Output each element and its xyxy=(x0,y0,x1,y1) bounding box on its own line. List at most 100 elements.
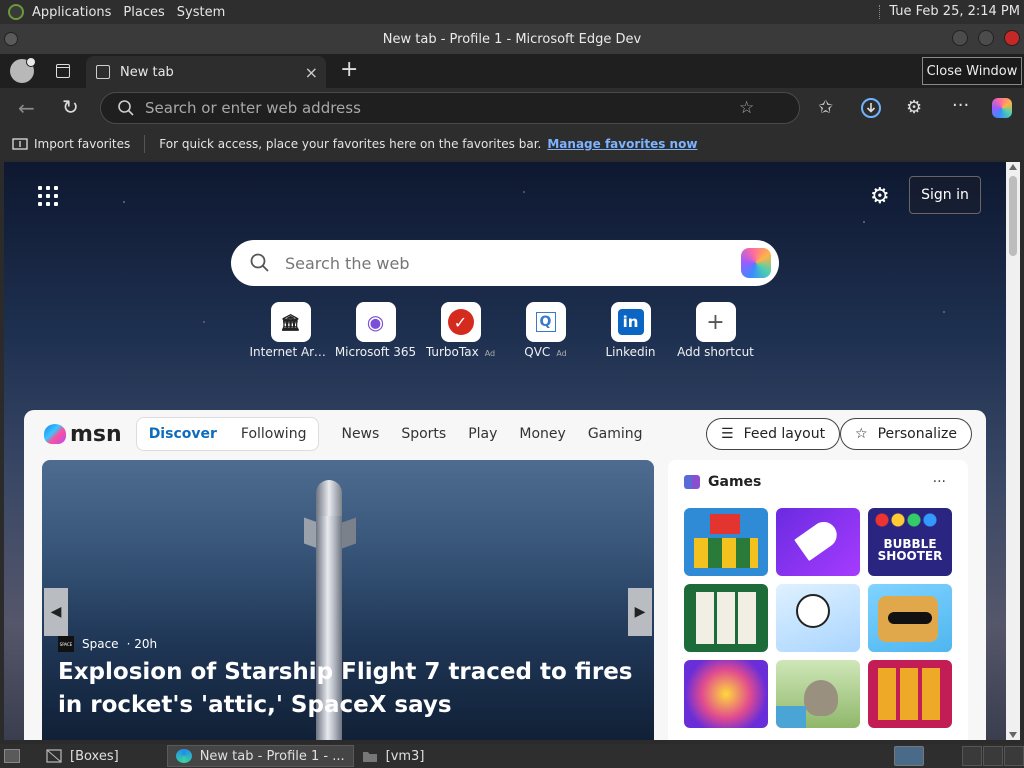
add-shortcut-button[interactable]: + Add shortcut xyxy=(673,302,758,359)
show-desktop-icon[interactable] xyxy=(4,749,20,763)
window-titlebar[interactable]: New tab - Profile 1 - Microsoft Edge Dev xyxy=(0,24,1024,54)
applications-menu[interactable]: Applications xyxy=(26,5,117,20)
feed-link-gaming[interactable]: Gaming xyxy=(588,426,643,442)
scroll-up-arrow-icon[interactable] xyxy=(1009,164,1017,170)
workspace-pager xyxy=(962,746,1024,766)
shortcut-qvc[interactable]: Q QVC Ad xyxy=(503,302,588,359)
games-more-icon[interactable]: ··· xyxy=(933,474,946,490)
carousel-prev-button[interactable]: ◀ xyxy=(44,588,68,636)
tab-discover[interactable]: Discover xyxy=(137,426,229,442)
maximize-button[interactable] xyxy=(978,30,994,46)
extensions-icon[interactable]: ⚙ xyxy=(906,97,922,118)
web-search-input[interactable] xyxy=(285,253,725,273)
shortcut-internet-archive[interactable]: 🏛 Internet Arc… xyxy=(248,302,333,359)
game-tile-blocks[interactable] xyxy=(684,508,768,576)
feed-link-news[interactable]: News xyxy=(341,426,379,442)
hero-article-card[interactable]: ◀ ▶ SPACE Space · 20h Explosion of Stars… xyxy=(42,460,654,740)
source-name[interactable]: Space xyxy=(82,637,119,651)
task-label: [vm3] xyxy=(385,748,425,764)
task-vm3[interactable]: [vm3] xyxy=(354,745,433,767)
shortcut-label: Add shortcut xyxy=(677,345,754,359)
distro-logo-icon[interactable] xyxy=(8,4,24,20)
new-tab-favicon-icon xyxy=(96,65,110,79)
import-favorites-button[interactable]: Import favorites xyxy=(12,137,130,151)
game-tile-jewels[interactable] xyxy=(684,660,768,728)
task-label: [Boxes] xyxy=(70,748,119,764)
feed-layout-button[interactable]: ☰ Feed layout xyxy=(706,418,841,450)
panel-clock[interactable]: Tue Feb 25, 2:14 PM xyxy=(879,4,1020,19)
new-tab-button[interactable]: + xyxy=(340,59,358,81)
minimize-button[interactable] xyxy=(952,30,968,46)
shortcut-label: Microsoft 365 xyxy=(334,345,417,359)
games-grid xyxy=(684,508,952,728)
page-settings-gear-icon[interactable]: ⚙ xyxy=(870,184,890,209)
shortcut-label: TurboTax Ad xyxy=(425,345,496,359)
downloads-icon[interactable] xyxy=(860,97,882,119)
article-headline[interactable]: Explosion of Starship Flight 7 traced to… xyxy=(58,656,638,722)
game-tile-bubble-shooter[interactable] xyxy=(868,508,952,576)
game-tile-mahjong[interactable] xyxy=(684,584,768,652)
manage-favorites-link[interactable]: Manage favorites now xyxy=(547,137,697,151)
game-tile-rabbit-puzzle[interactable] xyxy=(776,660,860,728)
shortcut-label: Linkedin xyxy=(605,345,656,359)
game-tile-cool-block[interactable] xyxy=(868,584,952,652)
carousel-next-button[interactable]: ▶ xyxy=(628,588,652,636)
add-favorite-star-icon[interactable]: ☆ xyxy=(739,98,754,118)
edge-app-icon xyxy=(175,749,192,763)
article-age: · 20h xyxy=(126,637,158,651)
task-label: New tab - Profile 1 - ... xyxy=(199,748,345,764)
workspace-1[interactable] xyxy=(962,746,982,766)
address-bar[interactable]: ☆ xyxy=(100,92,800,124)
profile-avatar[interactable] xyxy=(10,57,36,83)
close-window-button[interactable] xyxy=(1004,30,1020,46)
scrollbar-thumb[interactable] xyxy=(1009,176,1017,256)
copilot-icon[interactable] xyxy=(992,98,1012,118)
places-menu[interactable]: Places xyxy=(117,5,170,20)
scroll-down-arrow-icon[interactable] xyxy=(1009,732,1017,738)
feed-link-money[interactable]: Money xyxy=(519,426,565,442)
workspace-2[interactable] xyxy=(983,746,1003,766)
app-launcher-icon[interactable] xyxy=(38,186,58,206)
feed-link-sports[interactable]: Sports xyxy=(401,426,446,442)
tab-following[interactable]: Following xyxy=(229,426,319,442)
task-boxes[interactable]: [Boxes] xyxy=(38,745,127,767)
settings-more-icon[interactable]: ··· xyxy=(952,95,969,116)
game-tile-stickman[interactable] xyxy=(776,584,860,652)
qvc-icon: Q xyxy=(525,302,566,342)
msn-logo[interactable]: msn xyxy=(44,422,122,447)
shortcut-label: Internet Arc… xyxy=(249,345,332,359)
import-icon xyxy=(12,138,28,150)
internet-archive-icon: 🏛 xyxy=(270,302,311,342)
tab-close-icon[interactable]: × xyxy=(305,63,318,82)
personalize-button[interactable]: ☆ Personalize xyxy=(840,418,972,450)
browser-toolbar: ← ↻ ☆ ✩ ⚙ ··· xyxy=(0,88,1024,128)
page-scrollbar[interactable] xyxy=(1006,162,1020,740)
task-edge-new-tab[interactable]: New tab - Profile 1 - ... xyxy=(166,745,354,767)
tab-strip: New tab × + xyxy=(0,54,1024,88)
top-panel: Applications Places System Tue Feb 25, 2… xyxy=(0,0,1024,24)
system-menu[interactable]: System xyxy=(171,5,231,20)
window-menu-icon[interactable] xyxy=(4,32,18,46)
feed-link-play[interactable]: Play xyxy=(468,426,497,442)
shortcut-microsoft-365[interactable]: ◉ Microsoft 365 xyxy=(333,302,418,359)
tab-actions-icon[interactable] xyxy=(56,64,70,78)
new-tab-page: ⚙ Sign in 🏛 Internet Arc… ◉ Microsoft 36… xyxy=(4,162,1006,740)
feed-segment-control: Discover Following xyxy=(135,417,320,451)
game-tile-arrow[interactable] xyxy=(776,508,860,576)
shortcut-linkedin[interactable]: in Linkedin xyxy=(588,302,673,359)
shortcut-turbotax[interactable]: ✓ TurboTax Ad xyxy=(418,302,503,359)
sign-in-button[interactable]: Sign in xyxy=(909,176,981,214)
games-header[interactable]: Games xyxy=(684,474,761,490)
address-input[interactable] xyxy=(145,99,735,117)
favorites-icon[interactable]: ✩ xyxy=(818,97,833,118)
refresh-icon[interactable]: ↻ xyxy=(62,95,79,119)
back-arrow-icon[interactable]: ← xyxy=(18,96,35,120)
tab-new-tab[interactable]: New tab × xyxy=(86,56,326,88)
game-tile-block-puzzle[interactable] xyxy=(868,660,952,728)
workspace-3[interactable] xyxy=(1004,746,1024,766)
web-search-box[interactable] xyxy=(231,240,779,286)
tab-label: New tab xyxy=(120,64,174,80)
msn-butterfly-icon xyxy=(44,424,66,444)
edge-tray-icon[interactable] xyxy=(894,746,924,766)
copilot-search-icon[interactable] xyxy=(741,248,771,278)
